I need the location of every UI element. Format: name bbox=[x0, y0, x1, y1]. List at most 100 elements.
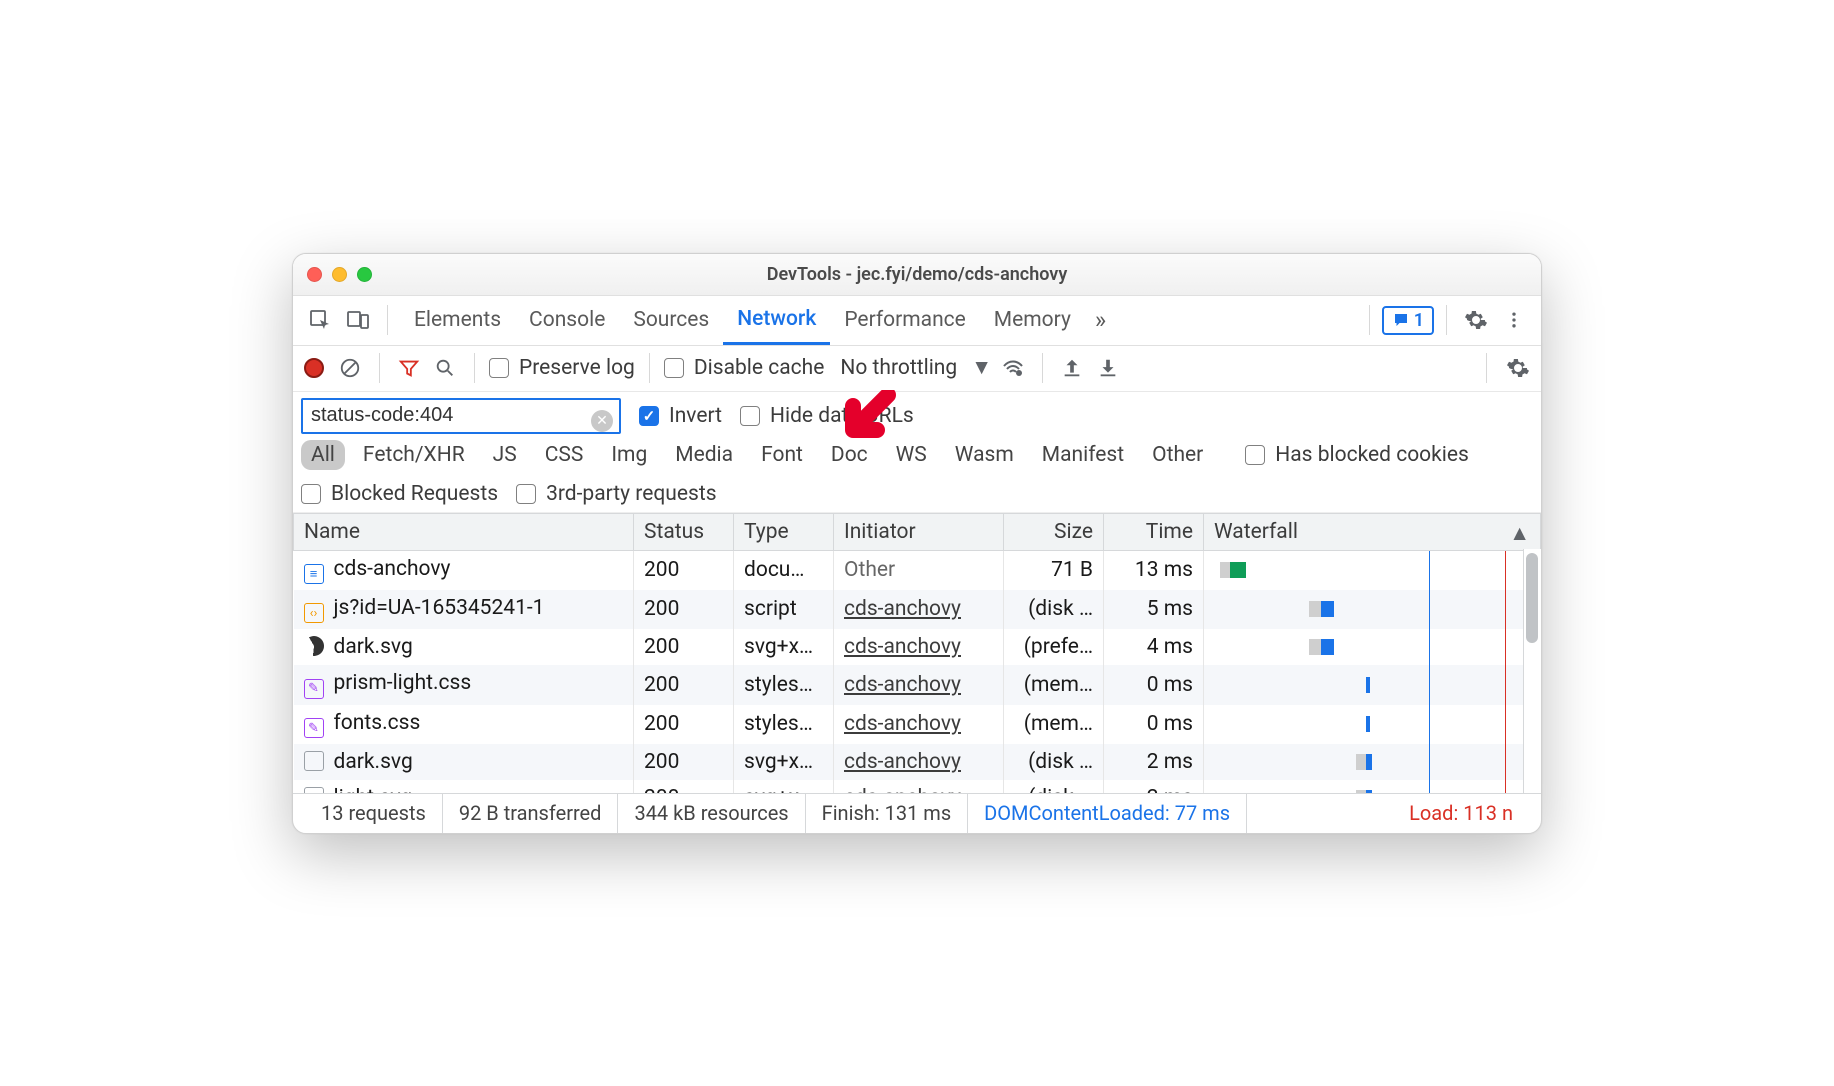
table-row[interactable]: ‹›js?id=UA-165345241-1 200 script cds-an… bbox=[294, 590, 1541, 630]
cell-size: (disk … bbox=[1004, 744, 1104, 780]
disable-cache-checkbox[interactable]: Disable cache bbox=[664, 356, 825, 380]
col-status[interactable]: Status bbox=[634, 513, 734, 550]
divider bbox=[387, 305, 388, 335]
status-resources: 344 kB resources bbox=[618, 794, 805, 833]
cell-waterfall bbox=[1204, 780, 1541, 793]
col-time[interactable]: Time bbox=[1104, 513, 1204, 550]
cell-time: 5 ms bbox=[1104, 590, 1204, 630]
tab-memory[interactable]: Memory bbox=[980, 296, 1085, 345]
status-domcontentloaded: DOMContentLoaded: 77 ms bbox=[968, 794, 1247, 833]
col-type[interactable]: Type bbox=[734, 513, 834, 550]
filter-type-img[interactable]: Img bbox=[601, 440, 657, 470]
cell-name: dark.svg bbox=[294, 744, 634, 780]
cell-initiator[interactable]: cds-anchovy bbox=[834, 590, 1004, 630]
filter-type-other[interactable]: Other bbox=[1142, 440, 1213, 470]
cell-waterfall bbox=[1204, 629, 1541, 665]
sort-asc-icon: ▲ bbox=[1509, 522, 1530, 546]
tab-sources[interactable]: Sources bbox=[619, 296, 723, 345]
titlebar: DevTools - jec.fyi/demo/cds-anchovy bbox=[293, 254, 1541, 296]
col-initiator[interactable]: Initiator bbox=[834, 513, 1004, 550]
clear-filter-icon[interactable]: ✕ bbox=[591, 410, 613, 432]
filter-type-css[interactable]: CSS bbox=[535, 440, 594, 470]
filter-icon[interactable] bbox=[394, 353, 424, 383]
filter-row-1: ✕ Invert Hide data URLs bbox=[293, 392, 1541, 440]
divider bbox=[1042, 353, 1043, 383]
third-party-checkbox[interactable]: 3rd-party requests bbox=[516, 482, 716, 506]
filter-input[interactable] bbox=[301, 398, 621, 434]
more-panels[interactable]: » bbox=[1089, 296, 1112, 345]
filter-type-manifest[interactable]: Manifest bbox=[1032, 440, 1134, 470]
cell-status: 200 bbox=[634, 590, 734, 630]
cell-status: 200 bbox=[634, 780, 734, 793]
status-load: Load: 113 n bbox=[1247, 794, 1529, 833]
col-waterfall[interactable]: Waterfall ▲ bbox=[1204, 513, 1541, 550]
filter-type-ws[interactable]: WS bbox=[886, 440, 937, 470]
cell-initiator[interactable]: cds-anchovy bbox=[834, 780, 1004, 793]
cell-time: 2 ms bbox=[1104, 744, 1204, 780]
search-icon[interactable] bbox=[430, 353, 460, 383]
cell-initiator[interactable]: cds-anchovy bbox=[834, 665, 1004, 705]
cell-waterfall bbox=[1204, 550, 1541, 590]
network-conditions-icon[interactable] bbox=[998, 353, 1028, 383]
throttling-select[interactable]: No throttling ▼ bbox=[840, 356, 992, 380]
table-row[interactable]: ✎fonts.css 200 styles… cds-anchovy (mem…… bbox=[294, 705, 1541, 745]
cell-status: 200 bbox=[634, 550, 734, 590]
preserve-log-checkbox[interactable]: Preserve log bbox=[489, 356, 635, 380]
filter-type-font[interactable]: Font bbox=[751, 440, 813, 470]
blocked-requests-checkbox[interactable]: Blocked Requests bbox=[301, 482, 498, 506]
device-toolbar-icon[interactable] bbox=[341, 303, 375, 337]
cell-type: svg+x… bbox=[734, 780, 834, 793]
filter-type-media[interactable]: Media bbox=[665, 440, 743, 470]
cell-time: 13 ms bbox=[1104, 550, 1204, 590]
filter-type-js[interactable]: JS bbox=[483, 440, 527, 470]
cell-waterfall bbox=[1204, 744, 1541, 780]
cell-name: ≡cds-anchovy bbox=[294, 550, 634, 590]
scrollbar-thumb[interactable] bbox=[1526, 553, 1538, 643]
cell-initiator[interactable]: cds-anchovy bbox=[834, 744, 1004, 780]
tab-console[interactable]: Console bbox=[515, 296, 619, 345]
cell-size: (disk … bbox=[1004, 590, 1104, 630]
cell-name: ✎fonts.css bbox=[294, 705, 634, 745]
cell-status: 200 bbox=[634, 744, 734, 780]
throttling-label: No throttling bbox=[840, 356, 957, 380]
has-blocked-cookies-checkbox[interactable]: Has blocked cookies bbox=[1245, 443, 1469, 467]
settings-icon[interactable] bbox=[1459, 303, 1493, 337]
upload-har-icon[interactable] bbox=[1057, 353, 1087, 383]
cell-status: 200 bbox=[634, 705, 734, 745]
table-row[interactable]: dark.svg 200 svg+x… cds-anchovy (disk … … bbox=[294, 744, 1541, 780]
table-row[interactable]: dark.svg 200 svg+x… cds-anchovy (prefe… … bbox=[294, 629, 1541, 665]
status-requests: 13 requests bbox=[305, 794, 443, 833]
col-size[interactable]: Size bbox=[1004, 513, 1104, 550]
hide-data-urls-checkbox[interactable]: Hide data URLs bbox=[740, 404, 914, 428]
filter-type-all[interactable]: All bbox=[301, 440, 345, 470]
network-settings-icon[interactable] bbox=[1501, 351, 1535, 385]
tab-network[interactable]: Network bbox=[723, 296, 830, 345]
issues-badge[interactable]: 1 bbox=[1382, 306, 1434, 335]
download-har-icon[interactable] bbox=[1093, 353, 1123, 383]
tab-elements[interactable]: Elements bbox=[400, 296, 515, 345]
clear-button[interactable] bbox=[335, 353, 365, 383]
hide-data-urls-label: Hide data URLs bbox=[770, 404, 914, 428]
cell-initiator[interactable]: cds-anchovy bbox=[834, 629, 1004, 665]
kebab-menu-icon[interactable] bbox=[1497, 303, 1531, 337]
status-transferred: 92 B transferred bbox=[443, 794, 619, 833]
filter-type-doc[interactable]: Doc bbox=[821, 440, 878, 470]
col-name[interactable]: Name bbox=[294, 513, 634, 550]
script-icon: ‹› bbox=[304, 603, 324, 623]
cell-initiator[interactable]: cds-anchovy bbox=[834, 705, 1004, 745]
invert-checkbox[interactable]: Invert bbox=[639, 404, 722, 428]
cell-size: (prefe… bbox=[1004, 629, 1104, 665]
tab-performance[interactable]: Performance bbox=[830, 296, 979, 345]
filter-type-fetchxhr[interactable]: Fetch/XHR bbox=[353, 440, 475, 470]
cell-name: dark.svg bbox=[294, 629, 634, 665]
table-row[interactable]: ✎prism-light.css 200 styles… cds-anchovy… bbox=[294, 665, 1541, 705]
divider bbox=[1486, 353, 1487, 383]
record-button[interactable] bbox=[299, 353, 329, 383]
inspect-icon[interactable] bbox=[303, 303, 337, 337]
filter-type-wasm[interactable]: Wasm bbox=[945, 440, 1024, 470]
divider bbox=[474, 353, 475, 383]
table-row[interactable]: light.svg 200 svg+x… cds-anchovy (disk …… bbox=[294, 780, 1541, 793]
cell-size: (mem… bbox=[1004, 665, 1104, 705]
cell-type: svg+x… bbox=[734, 744, 834, 780]
table-row[interactable]: ≡cds-anchovy 200 docu… Other 71 B 13 ms bbox=[294, 550, 1541, 590]
